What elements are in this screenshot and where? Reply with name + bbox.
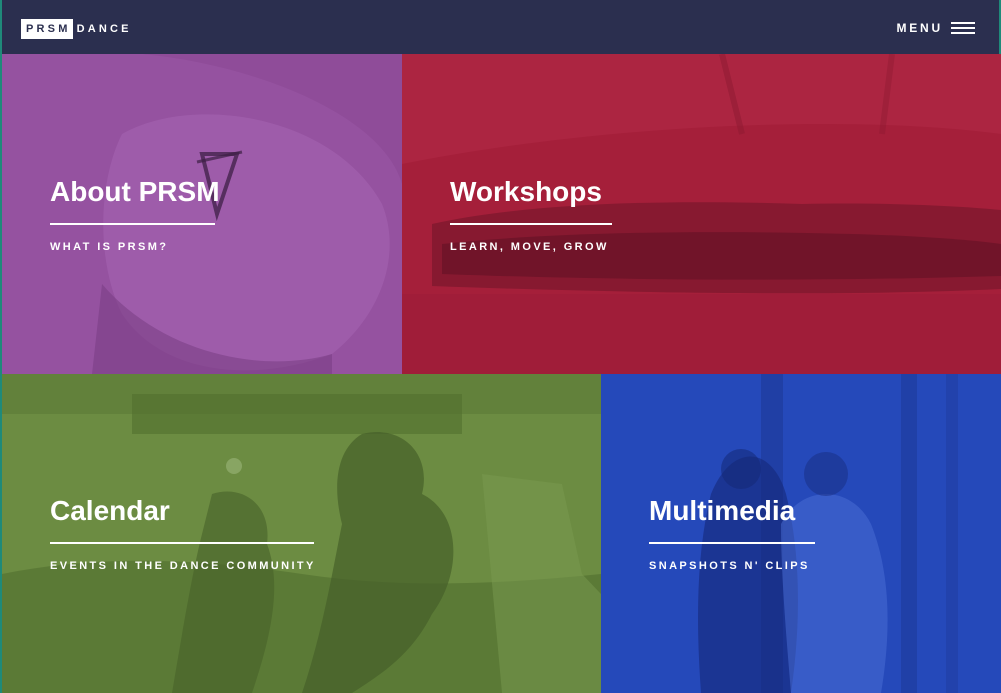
title-underline bbox=[649, 542, 815, 544]
workshops-content: Workshops LEARN, MOVE, GROW bbox=[450, 176, 612, 253]
tile-title: About PRSM bbox=[50, 176, 220, 207]
tile-subtitle: WHAT IS PRSM? bbox=[50, 241, 169, 253]
multimedia-tile[interactable]: Multimedia SNAPSHOTS N' CLIPS bbox=[601, 374, 1001, 693]
about-prsm-tile[interactable]: About PRSM WHAT IS PRSM? bbox=[2, 54, 402, 374]
title-underline bbox=[50, 223, 215, 225]
tile-title: Multimedia bbox=[649, 495, 796, 526]
multimedia-content: Multimedia SNAPSHOTS N' CLIPS bbox=[649, 495, 815, 572]
tile-title: Workshops bbox=[450, 176, 602, 207]
calendar-tile[interactable]: Calendar EVENTS IN THE DANCE COMMUNITY bbox=[2, 374, 601, 693]
tile-title: Calendar bbox=[50, 495, 170, 526]
logo-box-text: PRSM bbox=[21, 19, 73, 39]
tile-subtitle: SNAPSHOTS N' CLIPS bbox=[649, 560, 810, 572]
prsm-dance-logo[interactable]: PRSM DANCE bbox=[21, 19, 132, 39]
calendar-content: Calendar EVENTS IN THE DANCE COMMUNITY bbox=[50, 495, 316, 572]
workshops-tile[interactable]: Workshops LEARN, MOVE, GROW bbox=[402, 54, 1001, 374]
title-underline bbox=[450, 223, 612, 225]
about-prsm-content: About PRSM WHAT IS PRSM? bbox=[50, 176, 220, 253]
logo-word-text: DANCE bbox=[76, 23, 132, 35]
menu-label: MENU bbox=[896, 21, 943, 35]
hamburger-icon bbox=[951, 22, 975, 34]
title-underline bbox=[50, 542, 314, 544]
tile-subtitle: LEARN, MOVE, GROW bbox=[450, 241, 609, 253]
menu-button[interactable]: MENU bbox=[896, 18, 975, 38]
tile-subtitle: EVENTS IN THE DANCE COMMUNITY bbox=[50, 560, 316, 572]
top-navigation-bar: PRSM DANCE MENU bbox=[2, 0, 999, 54]
